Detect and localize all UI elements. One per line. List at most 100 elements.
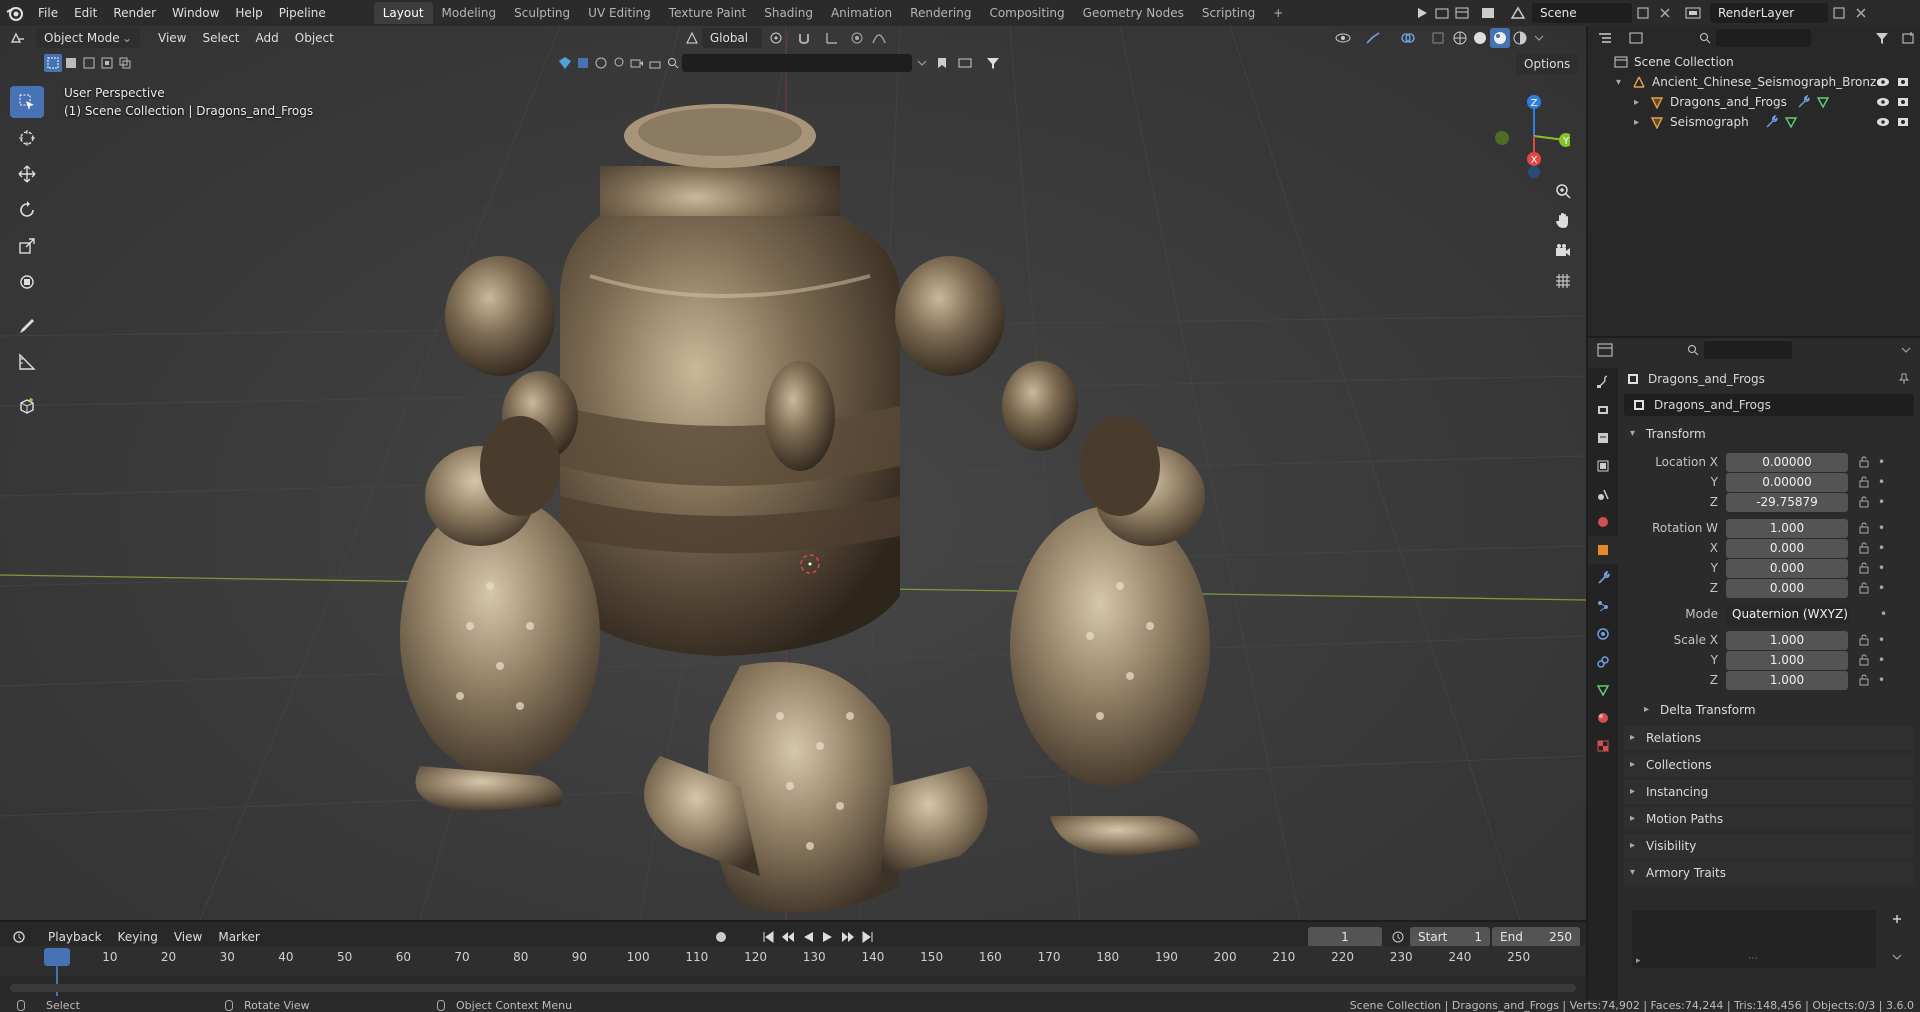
3d-viewport[interactable]: Object Mode ⌄ View Select Add Object Glo… <box>0 26 1586 920</box>
lock-icon[interactable] <box>1854 496 1874 508</box>
object-datablock-field[interactable]: Dragons_and_Frogs <box>1624 394 1914 416</box>
relations-panel-header[interactable]: ▸ Relations <box>1624 726 1914 750</box>
lock-icon[interactable] <box>1854 476 1874 488</box>
new-scene-icon[interactable] <box>1632 7 1654 19</box>
tab-modeling[interactable]: Modeling <box>433 2 506 24</box>
pivot-point-icon[interactable] <box>762 31 790 45</box>
add-trait-icon[interactable] <box>1888 910 1906 928</box>
tab-geometry-nodes[interactable]: Geometry Nodes <box>1074 2 1193 24</box>
menu-keying[interactable]: Keying <box>110 927 166 947</box>
list-expand-icon[interactable]: ▸ <box>1636 956 1641 966</box>
scale-x-field[interactable]: 1.000 <box>1726 630 1848 650</box>
trait-options-icon[interactable] <box>1888 948 1906 966</box>
transform-panel-header[interactable]: ▾ Transform <box>1624 422 1914 446</box>
menu-marker[interactable]: Marker <box>210 927 267 947</box>
scene-name-field[interactable]: Scene <box>1532 3 1632 23</box>
outliner-row-dragons-and-frogs[interactable]: ▸ Dragons_and_Frogs <box>1588 92 1920 112</box>
transform-icon[interactable] <box>10 266 44 298</box>
menu-render[interactable]: Render <box>105 0 164 26</box>
lock-icon[interactable] <box>1854 674 1874 686</box>
editor-type-icon[interactable] <box>0 28 36 48</box>
render-anim-icon[interactable] <box>1452 7 1472 19</box>
camera-filter-icon[interactable] <box>628 56 646 70</box>
gizmo-neg-z[interactable] <box>1528 166 1540 178</box>
menu-object[interactable]: Object <box>287 28 342 48</box>
properties-search-input[interactable] <box>1704 341 1792 359</box>
data-properties-icon[interactable] <box>1588 676 1618 704</box>
location-y-field[interactable]: 0.00000 <box>1726 472 1848 492</box>
select-extend-icon[interactable] <box>62 54 80 72</box>
output-properties-icon[interactable] <box>1588 424 1618 452</box>
scale-icon[interactable] <box>10 230 44 262</box>
scale-y-field[interactable]: 1.000 <box>1726 650 1848 670</box>
shading-solid-icon[interactable] <box>1470 31 1490 45</box>
lock-icon[interactable] <box>1854 542 1874 554</box>
visibility-panel-header[interactable]: ▸ Visibility <box>1624 834 1914 858</box>
timeline-editor-icon[interactable] <box>0 930 40 944</box>
menu-playback[interactable]: Playback <box>40 927 110 947</box>
shading-rendered-icon[interactable] <box>1510 31 1530 45</box>
tool-settings-icon[interactable] <box>1588 368 1618 396</box>
lock-icon[interactable] <box>1854 456 1874 468</box>
object-filter-icon[interactable] <box>574 56 592 70</box>
menu-file[interactable]: File <box>30 0 66 26</box>
list-resize-handle-icon[interactable]: ⋯ <box>1748 953 1758 964</box>
annotate-icon[interactable] <box>10 310 44 342</box>
tab-compositing[interactable]: Compositing <box>980 2 1073 24</box>
armory-traits-panel-header[interactable]: ▾ Armory Traits <box>1624 861 1914 885</box>
gizmo-neg-y[interactable] <box>1495 131 1509 145</box>
new-view-layer-icon[interactable] <box>1828 7 1850 19</box>
keyframe-dot-icon[interactable]: • <box>1878 653 1885 667</box>
display-mode-icon[interactable] <box>1621 32 1650 44</box>
menu-select[interactable]: Select <box>194 28 247 48</box>
rotation-w-field[interactable]: 1.000 <box>1726 518 1848 538</box>
render-camera-icon[interactable] <box>1894 96 1912 108</box>
view-layer-field[interactable]: RenderLayer <box>1710 3 1828 23</box>
location-x-field[interactable]: 0.00000 <box>1726 452 1848 472</box>
lock-icon[interactable] <box>1854 582 1874 594</box>
rotation-z-field[interactable]: 0.000 <box>1726 578 1848 598</box>
render-camera-icon[interactable] <box>1894 116 1912 128</box>
rotate-icon[interactable] <box>10 194 44 226</box>
particle-properties-icon[interactable] <box>1588 592 1618 620</box>
properties-options-icon[interactable] <box>1896 346 1916 354</box>
keyframe-dot-icon[interactable]: • <box>1878 561 1885 575</box>
keyframe-dot-icon[interactable]: • <box>1878 475 1885 489</box>
playhead[interactable] <box>44 948 70 966</box>
lock-icon[interactable] <box>1854 522 1874 534</box>
outliner-row-seismograph-bronze[interactable]: ▾ Ancient_Chinese_Seismograph_Bronze <box>1588 72 1920 92</box>
other-filter-icon[interactable] <box>646 56 664 70</box>
timeline-scrollbar[interactable] <box>10 984 1576 992</box>
world-properties-icon[interactable] <box>1588 508 1618 536</box>
jump-start-icon[interactable] <box>758 931 778 943</box>
move-icon[interactable] <box>10 158 44 190</box>
physics-properties-icon[interactable] <box>1588 620 1618 648</box>
render-image-icon[interactable] <box>1432 7 1452 19</box>
menu-view[interactable]: View <box>150 28 194 48</box>
mode-dropdown[interactable]: Object Mode ⌄ <box>36 28 140 48</box>
keyframe-dot-icon[interactable]: • <box>1878 673 1885 687</box>
seismograph-model[interactable] <box>400 104 1210 913</box>
tab-texture-paint[interactable]: Texture Paint <box>660 2 755 24</box>
preview-range-icon[interactable] <box>1388 928 1408 946</box>
transform-pivot-icon[interactable] <box>682 31 702 45</box>
tab-shading[interactable]: Shading <box>755 2 822 24</box>
lock-icon[interactable] <box>1854 562 1874 574</box>
eye-icon[interactable] <box>1874 97 1892 107</box>
render-properties-icon[interactable] <box>1588 396 1618 424</box>
navigation-gizmo[interactable]: Z Y X <box>1480 86 1570 186</box>
start-frame-field[interactable]: Start 1 <box>1410 927 1490 947</box>
outliner-row-scene-collection[interactable]: Scene Collection <box>1588 52 1920 72</box>
mesh-filter-icon[interactable] <box>592 56 610 70</box>
outliner-search-input[interactable] <box>1715 29 1812 47</box>
tab-uv-editing[interactable]: UV Editing <box>579 2 660 24</box>
rotation-y-field[interactable]: 0.000 <box>1726 558 1848 578</box>
select-intersect-icon[interactable] <box>116 54 134 72</box>
select-box-icon[interactable] <box>10 86 44 118</box>
mesh-data-icon[interactable] <box>1782 115 1800 129</box>
viewport-search-input[interactable] <box>682 54 912 72</box>
play-render-icon[interactable] <box>1412 7 1432 19</box>
jump-end-icon[interactable] <box>858 931 878 943</box>
jump-keyframe-forward-icon[interactable] <box>838 931 858 943</box>
keyframe-dot-icon[interactable]: • <box>1878 541 1885 555</box>
